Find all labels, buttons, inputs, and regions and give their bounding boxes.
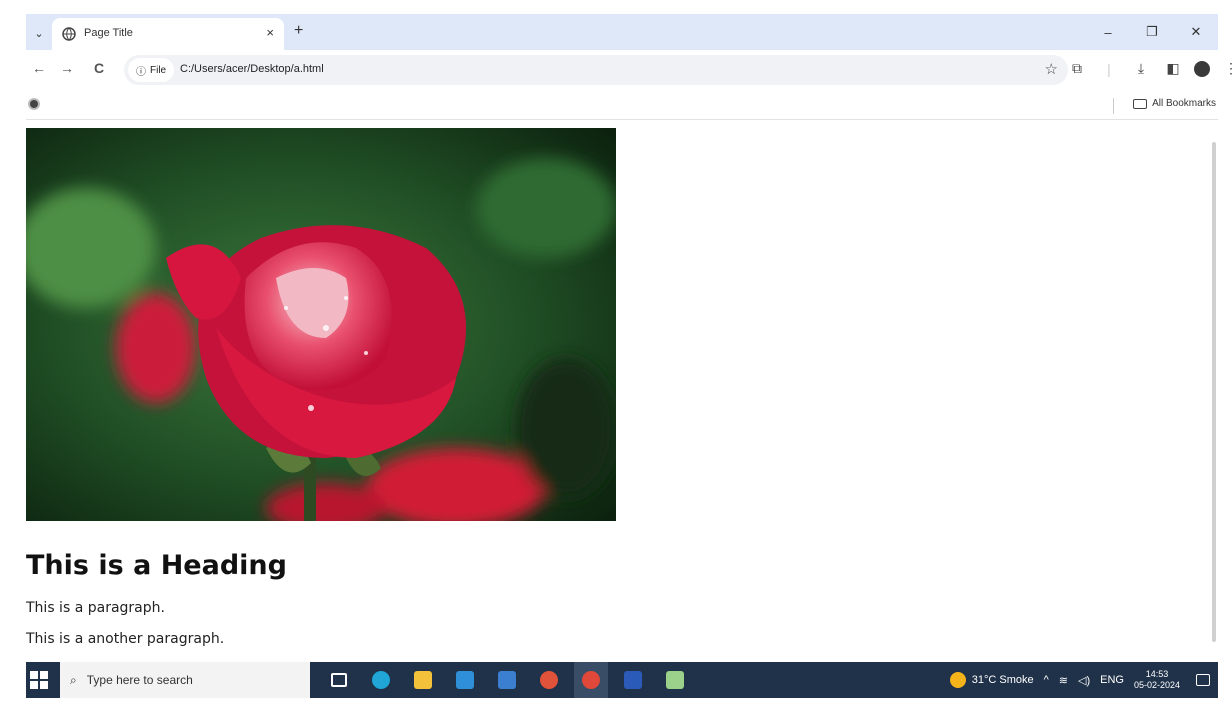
menu-icon[interactable]: ⋮ [1220,60,1232,77]
clock-date: 05-02-2024 [1133,680,1180,690]
address-bar[interactable]: ⓘ File C:/Users/acer/Desktop/a.html ☆ [124,55,1068,85]
search-icon: ⌕ [70,672,77,687]
task-view-button[interactable] [322,662,356,698]
network-icon[interactable]: ≋ [1059,674,1068,687]
weather-icon [949,672,966,688]
tab-search-button[interactable]: ⌄ [26,20,52,46]
windows-taskbar: ⌕ Type here to search 31°C Smoke ^ ≋ ◁) … [26,662,1218,698]
all-bookmarks-label: All Bookmarks [1152,98,1216,109]
show-hidden-icons-icon[interactable]: ^ [1044,674,1049,686]
forward-button[interactable]: → [56,60,78,76]
page-viewport: This is a Heading This is a paragraph. T… [26,122,1218,662]
vertical-scrollbar[interactable] [1212,142,1216,642]
language-indicator[interactable]: ENG [1100,674,1124,686]
rose-image [26,128,616,521]
browser-titlebar: ⌄ Page Title × + – ❐ ✕ [26,14,1218,50]
tab-page-title[interactable]: Page Title × [52,18,284,50]
clock-time: 14:53 [1145,669,1169,679]
bookmark-favicon-icon[interactable] [28,98,40,110]
all-bookmarks-button[interactable]: All Bookmarks [1133,98,1216,109]
profile-avatar[interactable] [1194,60,1210,77]
site-info-label: File [150,64,167,76]
toolbar-divider: | [1107,60,1111,77]
tab-title: Page Title [84,27,133,39]
weather-text: 31°C Smoke [971,674,1034,686]
system-tray: 31°C Smoke ^ ≋ ◁) ENG 14:53 05-02-2024 [949,662,1218,698]
back-button[interactable]: ← [28,60,50,76]
word-icon[interactable] [616,662,650,698]
clock[interactable]: 14:53 05-02-2024 [1134,669,1180,691]
file-explorer-icon[interactable] [406,662,440,698]
close-window-button[interactable]: ✕ [1174,14,1218,50]
paragraph-1: This is a paragraph. [26,600,165,616]
page-heading: This is a Heading [26,550,287,581]
taskbar-search[interactable]: ⌕ Type here to search [60,662,310,698]
chrome-icon[interactable] [574,662,608,698]
bookmark-star-icon[interactable]: ☆ [1045,60,1058,78]
reload-button[interactable]: C [88,60,110,76]
side-panel-icon[interactable]: ◧ [1162,60,1184,77]
search-placeholder: Type here to search [86,673,193,687]
notification-icon[interactable] [1196,674,1210,686]
weather-widget[interactable]: 31°C Smoke [949,672,1034,688]
windows-logo-icon [30,671,38,679]
site-info-chip[interactable]: ⓘ File [128,58,175,82]
start-button[interactable] [30,671,48,689]
mail-icon[interactable] [448,662,482,698]
volume-icon[interactable]: ◁) [1078,674,1090,687]
bookmarks-divider [1113,98,1114,114]
paragraph-2: This is a another paragraph. [26,631,225,647]
app-icon[interactable] [532,662,566,698]
notepad-icon[interactable] [658,662,692,698]
taskbar-apps [322,662,692,698]
globe-icon [62,27,76,41]
edge-icon[interactable] [364,662,398,698]
info-icon: ⓘ [136,66,146,78]
new-tab-button[interactable]: + [294,22,303,40]
restore-button[interactable]: ❐ [1130,14,1174,50]
screen: ⌄ Page Title × + – ❐ ✕ ← → C ⓘ File C:/U… [0,0,1232,704]
download-icon[interactable]: ⤓ [1130,60,1152,77]
url-text[interactable]: C:/Users/acer/Desktop/a.html [180,63,324,75]
folder-icon [1133,98,1148,109]
extensions-icon[interactable]: ⧉ [1066,60,1088,77]
browser-toolbar: ← → C ⓘ File C:/Users/acer/Desktop/a.htm… [26,50,1232,90]
tab-close-icon[interactable]: × [266,25,274,40]
store-icon[interactable] [490,662,524,698]
minimize-button[interactable]: – [1086,14,1130,50]
bookmarks-bar: All Bookmarks [26,90,1218,120]
